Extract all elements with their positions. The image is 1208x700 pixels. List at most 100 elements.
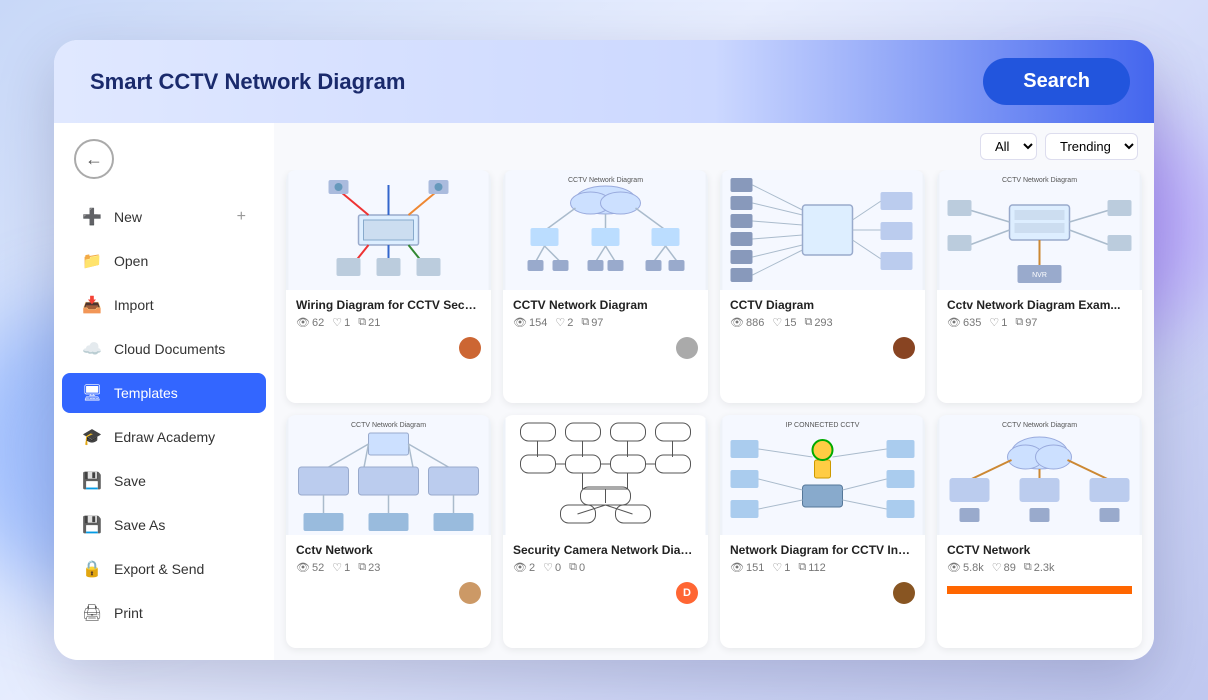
card-title-5: Cctv Network (296, 543, 481, 557)
card-cctv-exam[interactable]: CCTV Network Diagram (937, 170, 1142, 403)
card-title-2: CCTV Network Diagram (513, 298, 698, 312)
card-title-3: CCTV Diagram (730, 298, 915, 312)
sidebar-label-saveas: Save As (114, 517, 165, 533)
card-img-7: IP CONNECTED CCTV (720, 415, 925, 535)
card-footer-6: D (503, 582, 708, 612)
card-stats-5: 👁52 ♡1 ⧉23 (296, 561, 481, 574)
card-img-6 (503, 415, 708, 535)
card-wiring-diagram[interactable]: Wiring Diagram for CCTV Security Camera … (286, 170, 491, 403)
card-stats-4: 👁635 ♡1 ⧉97 (947, 316, 1132, 329)
card-footer-4 (937, 337, 1142, 345)
sidebar-label-cloud: Cloud Documents (114, 341, 225, 357)
card-cctv-installation[interactable]: IP CONNECTED CCTV (720, 415, 925, 648)
sidebar-item-templates[interactable]: 🖥 Templates (62, 373, 266, 413)
back-button[interactable]: ← (74, 139, 114, 179)
card-footer-1 (286, 337, 491, 367)
sidebar-item-saveas[interactable]: 💾 Save As (62, 505, 266, 545)
sidebar: ← ➕ New + 📁 Open 📥 Import ☁️ Cloud Docum… (54, 123, 274, 660)
sidebar-label-open: Open (114, 253, 148, 269)
sidebar-label-academy: Edraw Academy (114, 429, 215, 445)
card-title-7: Network Diagram for CCTV Installation (730, 543, 915, 557)
card-stats-2: 👁154 ♡2 ⧉97 (513, 316, 698, 329)
card-stats-3: 👁886 ♡15 ⧉293 (730, 316, 915, 329)
card-img-4: CCTV Network Diagram (937, 170, 1142, 290)
card-img-8: CCTV Network Diagram (937, 415, 1142, 535)
sidebar-label-new: New (114, 209, 142, 225)
avatar-7 (893, 582, 915, 604)
app-container: Search ← ➕ New + 📁 Open 📥 Import (54, 40, 1154, 660)
search-button[interactable]: Search (983, 58, 1130, 105)
card-cctv-network2[interactable]: CCTV Network Diagram (286, 415, 491, 648)
card-title-6: Security Camera Network Diagram (513, 543, 698, 557)
saveas-icon: 💾 (82, 515, 102, 535)
card-info-8: CCTV Network 👁5.8k ♡89 ⧉2.3k (937, 535, 1142, 582)
card-stats-6: 👁2 ♡0 ⧉0 (513, 561, 698, 574)
card-info-5: Cctv Network 👁52 ♡1 ⧉23 (286, 535, 491, 582)
sidebar-label-import: Import (114, 297, 154, 313)
sidebar-item-export[interactable]: 🔒 Export & Send (62, 549, 266, 589)
sidebar-item-cloud[interactable]: ☁️ Cloud Documents (62, 329, 266, 369)
open-icon: 📁 (82, 251, 102, 271)
filter-select[interactable]: All (980, 133, 1037, 160)
card-info-7: Network Diagram for CCTV Installation 👁1… (720, 535, 925, 582)
avatar-6: D (676, 582, 698, 604)
svg-text:CCTV Network Diagram: CCTV Network Diagram (1002, 177, 1077, 184)
card-title-1: Wiring Diagram for CCTV Security Camera (296, 298, 481, 312)
card-stats-8: 👁5.8k ♡89 ⧉2.3k (947, 561, 1132, 574)
svg-text:CCTV Network Diagram: CCTV Network Diagram (351, 422, 426, 429)
sidebar-label-templates: Templates (114, 385, 178, 401)
card-title-8: CCTV Network (947, 543, 1132, 557)
sidebar-item-save[interactable]: 💾 Save (62, 461, 266, 501)
card-img-1 (286, 170, 491, 290)
new-icon: ➕ (82, 207, 102, 227)
save-icon: 💾 (82, 471, 102, 491)
card-stats-1: 👁62 ♡1 ⧉21 (296, 316, 481, 329)
svg-text:NVR: NVR (1032, 272, 1047, 279)
card-cctv-network[interactable]: CCTV Network Diagram (503, 170, 708, 403)
card-info-4: Cctv Network Diagram Exam... 👁635 ♡1 ⧉97 (937, 290, 1142, 337)
card-footer-3 (720, 337, 925, 367)
svg-text:CCTV Network Diagram: CCTV Network Diagram (1002, 422, 1077, 429)
sidebar-item-print[interactable]: 🖨 Print (62, 593, 266, 633)
sidebar-item-academy[interactable]: 🎓 Edraw Academy (62, 417, 266, 457)
card-title-4: Cctv Network Diagram Exam... (947, 298, 1132, 312)
sidebar-label-save: Save (114, 473, 146, 489)
card-img-2: CCTV Network Diagram (503, 170, 708, 290)
card-info-6: Security Camera Network Diagram 👁2 ♡0 ⧉0 (503, 535, 708, 582)
print-icon: 🖨 (82, 603, 102, 623)
card-info-2: CCTV Network Diagram 👁154 ♡2 ⧉97 (503, 290, 708, 337)
export-icon: 🔒 (82, 559, 102, 579)
card-cctv-network3[interactable]: CCTV Network Diagram (937, 415, 1142, 648)
avatar-3 (893, 337, 915, 359)
search-input[interactable] (78, 69, 983, 95)
card-security-camera[interactable]: Security Camera Network Diagram 👁2 ♡0 ⧉0… (503, 415, 708, 648)
card-info-1: Wiring Diagram for CCTV Security Camera … (286, 290, 491, 337)
sidebar-label-export: Export & Send (114, 561, 204, 577)
sidebar-item-new[interactable]: ➕ New + (62, 197, 266, 237)
orange-bar-8 (947, 586, 1132, 594)
sidebar-item-open[interactable]: 📁 Open (62, 241, 266, 281)
cloud-icon: ☁️ (82, 339, 102, 359)
card-info-3: CCTV Diagram 👁886 ♡15 ⧉293 (720, 290, 925, 337)
sidebar-item-import[interactable]: 📥 Import (62, 285, 266, 325)
svg-text:IP CONNECTED CCTV: IP CONNECTED CCTV (786, 422, 860, 429)
avatar-2 (676, 337, 698, 359)
avatar-1 (459, 337, 481, 359)
card-img-3 (720, 170, 925, 290)
academy-icon: 🎓 (82, 427, 102, 447)
plus-icon: + (237, 208, 246, 226)
card-footer-7 (720, 582, 925, 612)
card-footer-2 (503, 337, 708, 367)
sidebar-label-print: Print (114, 605, 143, 621)
content-area: All Trending (274, 123, 1154, 660)
card-img-5: CCTV Network Diagram (286, 415, 491, 535)
card-footer-8 (937, 582, 1142, 602)
content-toolbar: All Trending (274, 123, 1154, 170)
avatar-5 (459, 582, 481, 604)
import-icon: 📥 (82, 295, 102, 315)
svg-text:CCTV Network Diagram: CCTV Network Diagram (568, 177, 643, 184)
card-cctv-diagram[interactable]: CCTV Diagram 👁886 ♡15 ⧉293 (720, 170, 925, 403)
template-grid: Wiring Diagram for CCTV Security Camera … (274, 170, 1154, 660)
templates-icon: 🖥 (82, 383, 102, 403)
sort-select[interactable]: Trending (1045, 133, 1138, 160)
